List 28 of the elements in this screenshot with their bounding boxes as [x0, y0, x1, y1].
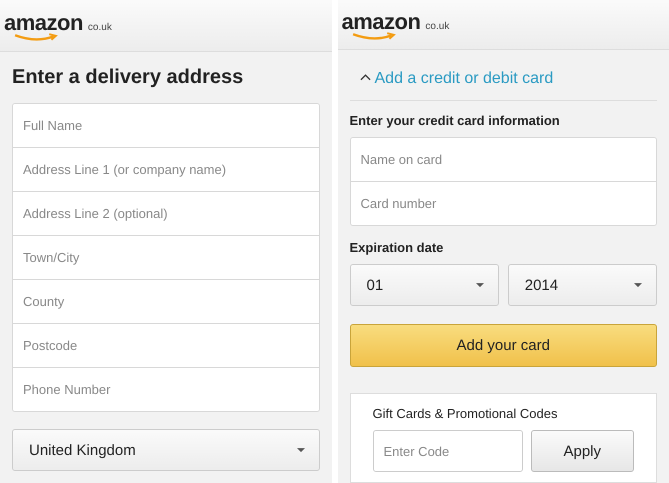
dropdown-caret-icon [634, 282, 642, 288]
text-field[interactable]: Address Line 1 (or company name) [12, 148, 320, 192]
text-field[interactable]: Card number [350, 182, 657, 226]
text-field[interactable]: Full Name [12, 103, 320, 148]
year-dropdown[interactable]: 2014 [508, 264, 657, 306]
logo-domain: co.uk [88, 22, 112, 32]
apply-button[interactable]: Apply [530, 430, 634, 472]
section-label: Enter your credit card information [350, 113, 561, 128]
country-dropdown[interactable]: United Kingdom [12, 429, 320, 471]
dropdown-caret-icon [296, 448, 304, 452]
add-card-button[interactable]: Add your card [350, 324, 657, 367]
logo-text[interactable]: amazon [342, 8, 420, 34]
code-field[interactable]: Enter Code [372, 430, 522, 472]
field-label: Expiration date [350, 240, 444, 255]
text-field[interactable]: County [12, 280, 320, 324]
logo-domain: co.uk [425, 20, 450, 32]
text-field[interactable]: Town/City [12, 236, 320, 280]
month-dropdown[interactable]: 01 [350, 264, 499, 306]
smile-arrow-icon [14, 32, 58, 42]
gift-card-label: Gift Cards & Promotional Codes [372, 406, 558, 421]
dropdown-caret-icon [476, 282, 484, 288]
page-heading: Enter a delivery address [12, 66, 244, 89]
text-field[interactable]: Phone Number [12, 368, 320, 412]
text-field[interactable]: Address Line 2 (optional) [12, 192, 320, 236]
smile-arrow-icon [352, 32, 396, 40]
text-field[interactable]: Postcode [12, 324, 320, 368]
logo-text[interactable]: amazon [4, 10, 83, 36]
text-field[interactable]: Name on card [350, 137, 657, 182]
